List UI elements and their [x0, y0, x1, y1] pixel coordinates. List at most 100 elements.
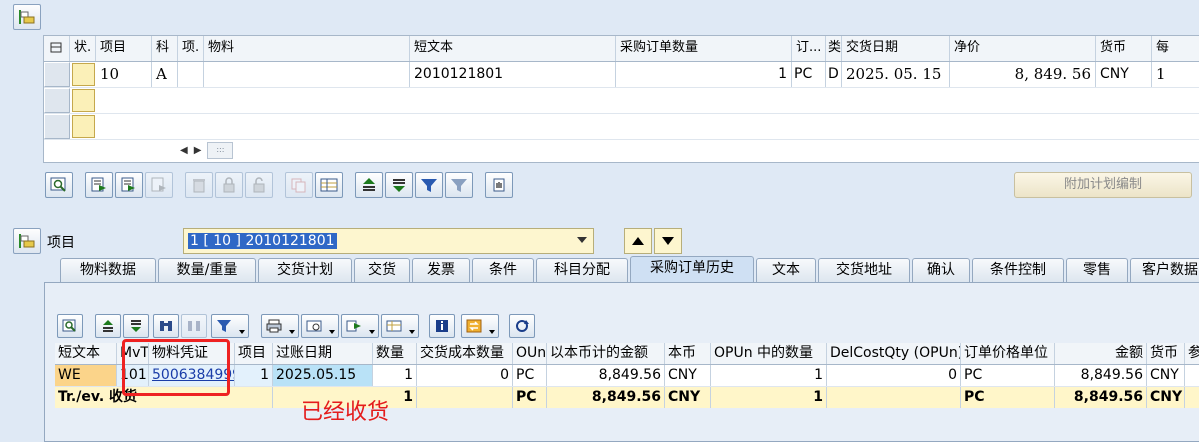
export-button[interactable] [341, 314, 379, 338]
tab-condition-control[interactable]: 条件控制 [972, 258, 1064, 282]
toggle-item-detail-button[interactable] [13, 228, 41, 254]
col-qty[interactable]: 数量 [373, 343, 417, 364]
cell-itemcat[interactable] [178, 62, 204, 87]
scroll-left-icon[interactable]: ◀ [180, 145, 188, 156]
details-button[interactable] [57, 314, 83, 338]
row-selector[interactable] [44, 114, 70, 139]
sort-desc-button[interactable] [123, 314, 149, 338]
col-status[interactable]: 状. [70, 36, 96, 61]
sort-asc-button[interactable] [355, 172, 383, 198]
find-next-button[interactable] [181, 314, 207, 338]
cell-posting-date[interactable]: 2025.05.15 [273, 365, 373, 386]
cell-item[interactable]: 1 [235, 365, 273, 386]
delete-button[interactable] [185, 172, 213, 198]
cell-local-currency[interactable]: CNY [665, 365, 711, 386]
col-del-cost-opun[interactable]: DelCostQty (OPUn) [827, 343, 961, 364]
col-order-unit[interactable]: 订... [792, 36, 826, 61]
filter-button[interactable] [415, 172, 443, 198]
copy-all-button[interactable] [115, 172, 143, 198]
tab-qty-weight[interactable]: 数量/重量 [158, 258, 256, 282]
details-button[interactable] [45, 172, 73, 198]
select-all-icon[interactable] [44, 36, 70, 61]
cell-net-price[interactable]: 8, 849. 56 [950, 62, 1096, 87]
toggle-overview-button[interactable] [13, 4, 41, 30]
tab-delivery[interactable]: 交货 [354, 258, 410, 282]
status-cell[interactable] [72, 63, 95, 86]
tab-invoice[interactable]: 发票 [412, 258, 470, 282]
status-cell[interactable] [72, 115, 95, 138]
cell-currency[interactable]: CNY [1096, 62, 1152, 87]
cell-short-text[interactable]: 2010121801 [410, 62, 616, 87]
tab-delivery-address[interactable]: 交货地址 [818, 258, 910, 282]
col-currency[interactable]: 货币 [1147, 343, 1185, 364]
copy-button[interactable] [85, 172, 113, 198]
cell-po-qty[interactable]: 1 [616, 62, 792, 87]
cell-item[interactable]: 10 [96, 62, 152, 87]
col-category[interactable]: 类 [826, 36, 842, 61]
col-item[interactable]: 项目 [96, 36, 152, 61]
cell-del-cost-opun[interactable]: 0 [827, 365, 961, 386]
sort-asc-button[interactable] [95, 314, 121, 338]
tab-customer-data[interactable]: 客户数据 [1130, 258, 1199, 282]
unlock-button[interactable] [245, 172, 273, 198]
refresh-button[interactable] [509, 314, 535, 338]
col-po-qty[interactable]: 采购订单数量 [616, 36, 792, 61]
layout-button[interactable] [381, 314, 419, 338]
sort-desc-button[interactable] [385, 172, 413, 198]
col-amount-local[interactable]: 以本币计的金额 [547, 343, 665, 364]
col-short-text[interactable]: 短文本 [410, 36, 616, 61]
cell-price-unit[interactable]: PC [961, 365, 1055, 386]
col-currency[interactable]: 货币 [1096, 36, 1152, 61]
col-delivery-date[interactable]: 交货日期 [842, 36, 950, 61]
table-row[interactable] [44, 88, 1199, 114]
tab-material-data[interactable]: 物料数据 [60, 258, 156, 282]
chevron-down-icon[interactable] [577, 237, 587, 243]
views-button[interactable] [301, 314, 339, 338]
tab-account-assignment[interactable]: 科目分配 [536, 258, 628, 282]
cell-per[interactable]: 1 [1152, 62, 1199, 87]
lock-button[interactable] [215, 172, 243, 198]
cell-oun[interactable]: PC [513, 365, 547, 386]
col-del-cost-qty[interactable]: 交货成本数量 [417, 343, 513, 364]
cell-qty[interactable]: 1 [373, 365, 417, 386]
cell-account[interactable]: A [152, 62, 178, 87]
tab-po-history[interactable]: 采购订单历史 [630, 256, 754, 282]
grid-button[interactable] [315, 172, 343, 198]
copy-disabled-button[interactable] [145, 172, 173, 198]
print-button[interactable] [261, 314, 299, 338]
tab-texts[interactable]: 文本 [756, 258, 816, 282]
cell-material[interactable] [204, 62, 410, 87]
item-dropdown[interactable]: 1 [ 10 ] 2010121801 [183, 228, 594, 254]
cell-del-cost-qty[interactable]: 0 [417, 365, 513, 386]
tab-conditions[interactable]: 条件 [472, 258, 534, 282]
col-material[interactable]: 物料 [204, 36, 410, 61]
previous-item-button[interactable] [624, 228, 652, 254]
col-account[interactable]: 科 [152, 36, 178, 61]
filter-button[interactable] [211, 314, 249, 338]
col-short-text[interactable]: 短文本 [55, 343, 117, 364]
col-oun[interactable]: OUn [513, 343, 547, 364]
col-price-unit[interactable]: 订单价格单位 [961, 343, 1055, 364]
col-local-currency[interactable]: 本币 [665, 343, 711, 364]
filter2-button[interactable] [445, 172, 473, 198]
row-selector[interactable] [44, 88, 70, 113]
col-net-price[interactable]: 净价 [950, 36, 1096, 61]
cell-reference[interactable] [1185, 365, 1199, 386]
history-switch-button[interactable] [461, 314, 499, 338]
cell-qty-opun[interactable]: 1 [711, 365, 827, 386]
status-cell[interactable] [72, 89, 95, 112]
cell-short-text[interactable]: WE [55, 365, 117, 386]
col-per[interactable]: 每 [1152, 36, 1199, 61]
cell-order-unit[interactable]: PC [792, 62, 826, 87]
tab-delivery-schedule[interactable]: 交货计划 [258, 258, 352, 282]
cell-currency[interactable]: CNY [1147, 365, 1185, 386]
cell-amount[interactable]: 8,849.56 [1055, 365, 1147, 386]
scroll-thumb[interactable]: ::: [207, 141, 234, 159]
scroll-right-icon[interactable]: ▶ [194, 145, 202, 156]
cell-category[interactable]: D [826, 62, 842, 87]
cell-delivery-date[interactable]: 2025. 05. 15 [842, 62, 950, 87]
tab-confirmations[interactable]: 确认 [912, 258, 970, 282]
additional-planning-button[interactable]: 附加计划编制 [1014, 172, 1192, 198]
table-row[interactable]: 10 A 2010121801 1 PC D 2025. 05. 15 8, 8… [44, 62, 1199, 88]
col-item[interactable]: 项目 [235, 343, 273, 364]
